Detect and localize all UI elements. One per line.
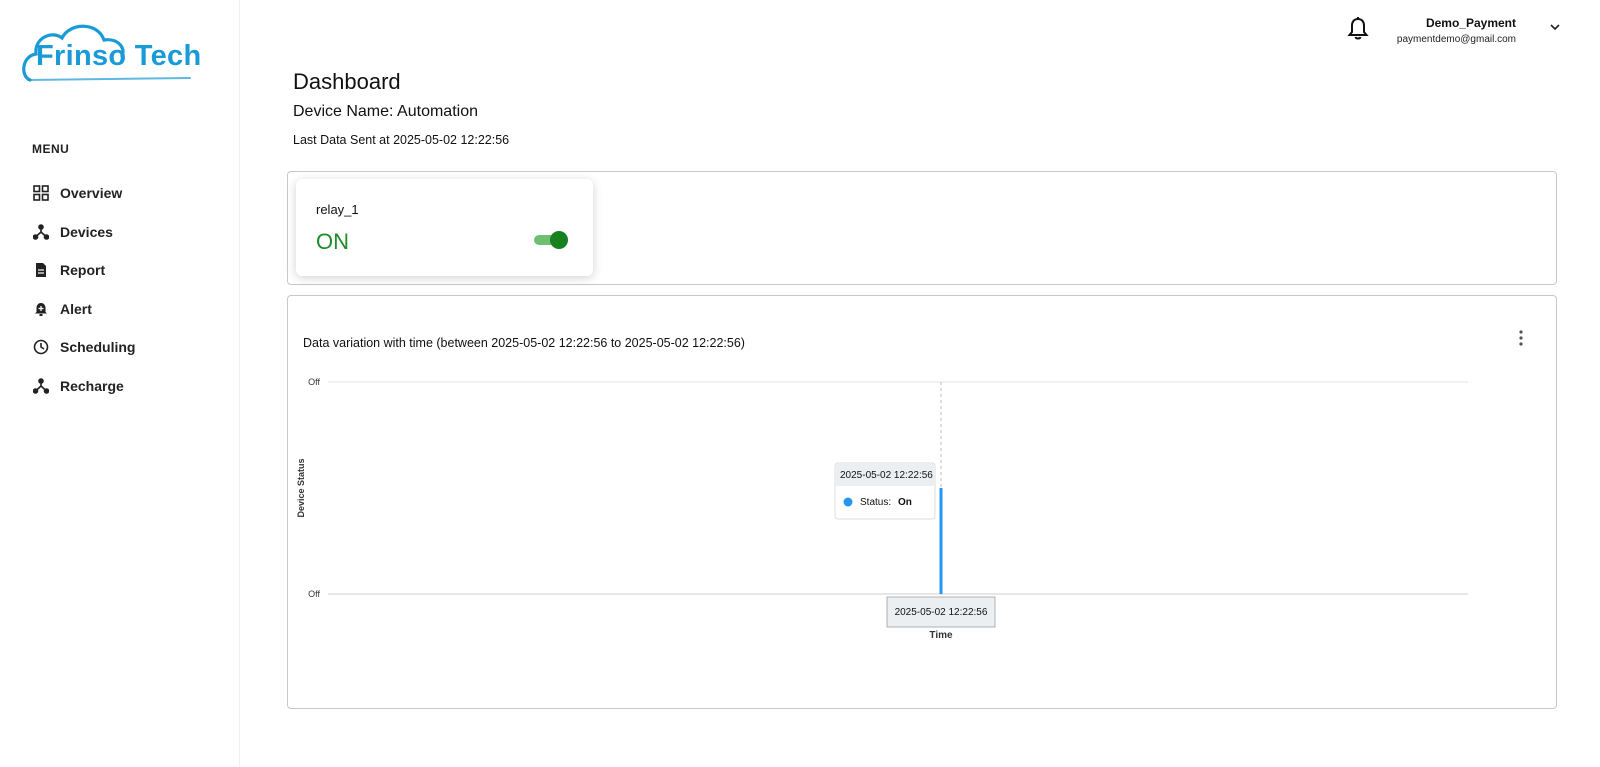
page-title: Dashboard	[293, 69, 401, 94]
tooltip-label: Status:	[860, 497, 891, 508]
sidebar-item-alert[interactable]: Alert	[32, 290, 135, 329]
relay-state: ON	[316, 229, 349, 254]
y-tick-label: Off	[308, 377, 320, 387]
sidebar-item-recharge[interactable]: Recharge	[32, 367, 135, 406]
chevron-down-icon[interactable]	[1548, 20, 1562, 34]
grid-icon	[32, 184, 50, 202]
sidebar-item-overview[interactable]: Overview	[32, 174, 135, 213]
sidebar-item-label: Overview	[60, 185, 123, 202]
tooltip-value: On	[898, 497, 912, 508]
x-crosshair-label: 2025-05-02 12:22:56	[886, 596, 996, 628]
chart-tooltip: 2025-05-02 12:22:56 Status: On	[834, 462, 936, 520]
sidebar-menu: Overview Devices Report Alert Scheduling	[32, 174, 135, 405]
sidebar-item-scheduling[interactable]: Scheduling	[32, 328, 135, 367]
y-axis-label: Device Status	[296, 458, 306, 517]
last-sent-value: 2025-05-02 12:22:56	[393, 133, 510, 147]
sidebar-item-label: Scheduling	[60, 339, 136, 356]
last-data-sent: Last Data Sent at 2025-05-02 12:22:56	[293, 133, 509, 147]
user-email: paymentdemo@gmail.com	[1396, 34, 1516, 45]
alarm-icon	[32, 300, 50, 318]
user-name: Demo_Payment	[1425, 16, 1516, 30]
sidebar-item-report[interactable]: Report	[32, 251, 135, 290]
network-icon	[32, 223, 50, 241]
relay-card: relay_1 ON	[296, 179, 593, 276]
device-name-value: Automation	[397, 103, 478, 120]
tooltip-time: 2025-05-02 12:22:56	[840, 470, 933, 481]
sidebar-item-label: Recharge	[60, 377, 124, 394]
sidebar-item-label: Devices	[60, 223, 113, 240]
y-tick-label: Off	[308, 589, 320, 599]
tooltip-series-dot	[843, 497, 853, 507]
relay-name: relay_1	[316, 202, 359, 217]
user-profile[interactable]: Demo_Payment paymentdemo@gmail.com	[1397, 16, 1516, 45]
toggle-thumb	[550, 231, 568, 249]
brand-logo[interactable]: Frinso Tech	[22, 16, 222, 86]
relay-panel: relay_1 ON	[287, 171, 1557, 285]
menu-label: MENU	[32, 142, 70, 156]
last-sent-label: Last Data Sent at	[293, 133, 394, 147]
bell-icon[interactable]	[1346, 16, 1370, 42]
sidebar-item-label: Alert	[60, 300, 92, 317]
network-icon	[32, 377, 50, 395]
sidebar-item-devices[interactable]: Devices	[32, 213, 135, 252]
chart-panel: Data variation with time (between 2025-0…	[287, 295, 1557, 709]
sidebar: Frinso Tech MENU Overview Devices Report	[0, 0, 240, 767]
relay-toggle[interactable]	[534, 231, 568, 249]
clock-icon	[32, 338, 50, 356]
device-name: Device Name: Automation	[293, 103, 478, 121]
bar-status	[939, 488, 943, 594]
sidebar-item-label: Report	[60, 262, 106, 279]
brand-name: Frinso Tech	[36, 40, 202, 72]
x-axis-label: Time	[929, 630, 953, 641]
document-icon	[32, 261, 50, 279]
device-name-label: Device Name:	[293, 103, 398, 120]
x-crosshair-text: 2025-05-02 12:22:56	[895, 607, 988, 618]
status-chart[interactable]: Off Off Device Status 2025-05-02 12:22:5…	[288, 296, 1556, 708]
